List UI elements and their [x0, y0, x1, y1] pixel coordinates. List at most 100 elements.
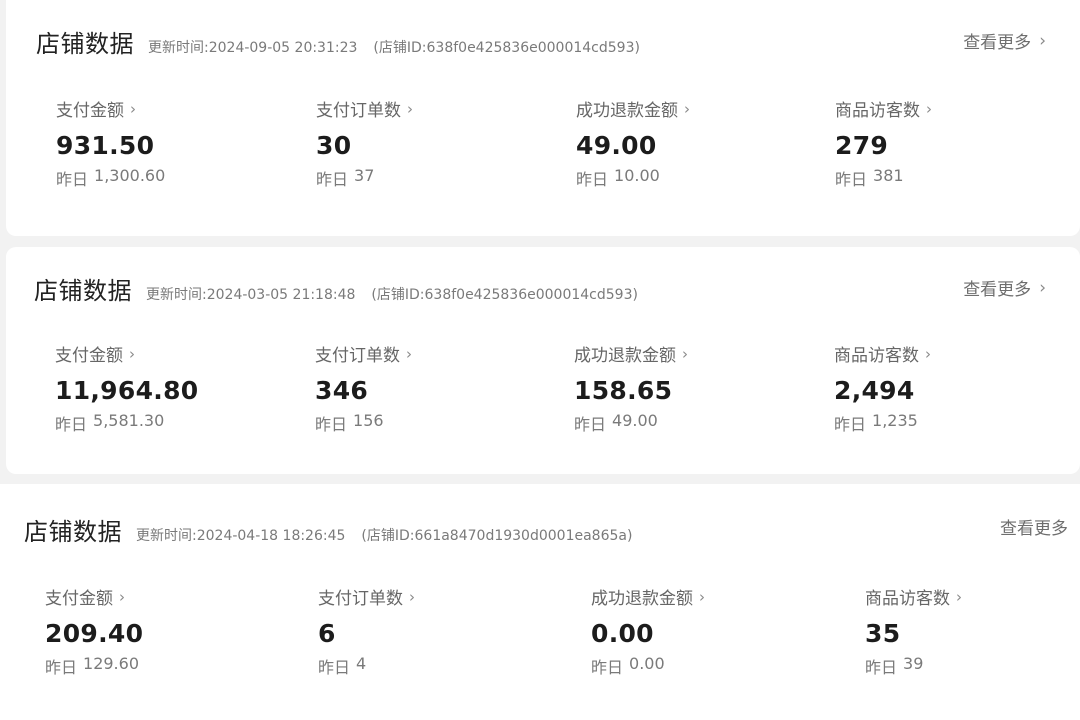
- metric-value: 0.00: [591, 619, 654, 648]
- chevron-right-icon: ›: [699, 587, 705, 606]
- shop-data-card: 店铺数据 更新时间: 2024-03-05 21:18:48 (店铺ID:638…: [6, 247, 1080, 474]
- shop-id: (店铺ID:661a8470d1930d0001ea865a): [361, 528, 633, 544]
- metric-payment-amount[interactable]: 支付金额 › 931.50 昨日 1,300.60: [56, 96, 165, 190]
- yesterday-label: 昨日: [56, 170, 89, 189]
- metric-visitor-count[interactable]: 商品访客数 › 35 昨日 39: [865, 584, 962, 678]
- metric-value: 209.40: [45, 619, 144, 648]
- metric-refund-amount[interactable]: 成功退款金额 › 0.00 昨日 0.00: [591, 584, 705, 678]
- yesterday-value: 37: [354, 166, 375, 185]
- metric-label: 成功退款金额: [574, 346, 676, 366]
- update-meta: 更新时间: 2024-09-05 20:31:23 (店铺ID:638f0e42…: [148, 37, 640, 57]
- shop-id: (店铺ID:638f0e425836e000014cd593): [373, 40, 640, 56]
- chevron-right-icon: ›: [130, 99, 136, 118]
- metric-value: 11,964.80: [55, 376, 199, 405]
- yesterday-value: 5,581.30: [93, 411, 165, 430]
- yesterday-value: 1,300.60: [94, 166, 166, 185]
- view-more-link[interactable]: 查看更多 ›: [963, 275, 1046, 301]
- metric-payment-amount[interactable]: 支付金额 › 209.40 昨日 129.60: [45, 584, 143, 678]
- yesterday-value: 4: [356, 654, 367, 673]
- yesterday-label: 昨日: [45, 658, 78, 677]
- shop-data-card: 店铺数据 更新时间: 2024-09-05 20:31:23 (店铺ID:638…: [6, 0, 1080, 236]
- metric-value: 49.00: [576, 131, 657, 160]
- chevron-right-icon: ›: [129, 344, 135, 363]
- metric-value: 931.50: [56, 131, 155, 160]
- metric-label: 支付金额: [55, 346, 123, 366]
- metric-visitor-count[interactable]: 商品访客数 › 279 昨日 381: [835, 96, 932, 190]
- chevron-right-icon: ›: [682, 344, 688, 363]
- view-more-label: 查看更多: [1000, 519, 1068, 539]
- update-meta: 更新时间: 2024-04-18 18:26:45 (店铺ID:661a8470…: [136, 525, 632, 545]
- yesterday-value: 49.00: [612, 411, 658, 430]
- metric-refund-amount[interactable]: 成功退款金额 › 158.65 昨日 49.00: [574, 341, 688, 435]
- chevron-right-icon: ›: [407, 99, 413, 118]
- chevron-right-icon: ›: [684, 99, 690, 118]
- shop-data-card: 店铺数据 更新时间: 2024-04-18 18:26:45 (店铺ID:661…: [0, 484, 1080, 720]
- shop-id: (店铺ID:638f0e425836e000014cd593): [371, 287, 638, 303]
- chevron-right-icon: ›: [406, 344, 412, 363]
- yesterday-label: 昨日: [835, 170, 868, 189]
- chevron-right-icon: ›: [119, 587, 125, 606]
- metric-label: 商品访客数: [835, 101, 920, 121]
- yesterday-label: 昨日: [865, 658, 898, 677]
- metric-label: 商品访客数: [865, 589, 950, 609]
- metric-payment-amount[interactable]: 支付金额 › 11,964.80 昨日 5,581.30: [55, 341, 198, 435]
- chevron-right-icon: ›: [409, 587, 415, 606]
- metric-label: 支付订单数: [315, 346, 400, 366]
- chevron-right-icon: ›: [1039, 30, 1046, 51]
- yesterday-value: 381: [873, 166, 904, 185]
- yesterday-value: 156: [353, 411, 384, 430]
- yesterday-value: 1,235: [872, 411, 918, 430]
- metric-order-count[interactable]: 支付订单数 › 346 昨日 156: [315, 341, 412, 435]
- view-more-link[interactable]: 查看更多 ›: [963, 28, 1046, 54]
- update-time: 2024-09-05 20:31:23: [208, 40, 358, 56]
- yesterday-value: 10.00: [614, 166, 660, 185]
- metric-value: 2,494: [834, 376, 915, 405]
- yesterday-label: 昨日: [834, 415, 867, 434]
- update-time: 2024-03-05 21:18:48: [206, 287, 356, 303]
- metric-label: 商品访客数: [834, 346, 919, 366]
- metric-value: 30: [316, 131, 352, 160]
- yesterday-value: 129.60: [83, 654, 139, 673]
- metric-label: 成功退款金额: [591, 589, 693, 609]
- view-more-label: 查看更多: [963, 33, 1032, 53]
- chevron-right-icon: ›: [925, 344, 931, 363]
- metric-value: 6: [318, 619, 336, 648]
- yesterday-label: 昨日: [318, 658, 351, 677]
- chevron-right-icon: ›: [926, 99, 932, 118]
- update-time: 2024-04-18 18:26:45: [196, 528, 346, 544]
- metric-refund-amount[interactable]: 成功退款金额 › 49.00 昨日 10.00: [576, 96, 690, 190]
- yesterday-label: 昨日: [55, 415, 88, 434]
- card-header: 店铺数据 更新时间: 2024-03-05 21:18:48 (店铺ID:638…: [34, 271, 638, 306]
- metric-order-count[interactable]: 支付订单数 › 30 昨日 37: [316, 96, 413, 190]
- metric-visitor-count[interactable]: 商品访客数 › 2,494 昨日 1,235: [834, 341, 931, 435]
- view-more-label: 查看更多: [963, 280, 1032, 300]
- card-title: 店铺数据: [34, 277, 132, 305]
- update-meta: 更新时间: 2024-03-05 21:18:48 (店铺ID:638f0e42…: [146, 284, 638, 304]
- yesterday-label: 昨日: [576, 170, 609, 189]
- metric-value: 279: [835, 131, 889, 160]
- update-label: 更新时间:: [146, 287, 207, 303]
- metric-value: 346: [315, 376, 369, 405]
- update-label: 更新时间:: [136, 528, 197, 544]
- card-title: 店铺数据: [24, 518, 122, 546]
- yesterday-value: 0.00: [629, 654, 665, 673]
- metric-value: 158.65: [574, 376, 673, 405]
- card-header: 店铺数据 更新时间: 2024-04-18 18:26:45 (店铺ID:661…: [24, 512, 632, 547]
- yesterday-label: 昨日: [591, 658, 624, 677]
- card-header: 店铺数据 更新时间: 2024-09-05 20:31:23 (店铺ID:638…: [36, 24, 640, 59]
- yesterday-label: 昨日: [315, 415, 348, 434]
- metric-label: 支付金额: [56, 101, 124, 121]
- metric-label: 支付订单数: [318, 589, 403, 609]
- metric-label: 支付订单数: [316, 101, 401, 121]
- yesterday-label: 昨日: [316, 170, 349, 189]
- chevron-right-icon: ›: [956, 587, 962, 606]
- yesterday-value: 39: [903, 654, 924, 673]
- update-label: 更新时间:: [148, 40, 209, 56]
- yesterday-label: 昨日: [574, 415, 607, 434]
- metric-label: 支付金额: [45, 589, 113, 609]
- view-more-link[interactable]: 查看更多: [1000, 514, 1068, 539]
- metric-order-count[interactable]: 支付订单数 › 6 昨日 4: [318, 584, 415, 678]
- metric-label: 成功退款金额: [576, 101, 678, 121]
- metric-value: 35: [865, 619, 901, 648]
- chevron-right-icon: ›: [1039, 277, 1046, 298]
